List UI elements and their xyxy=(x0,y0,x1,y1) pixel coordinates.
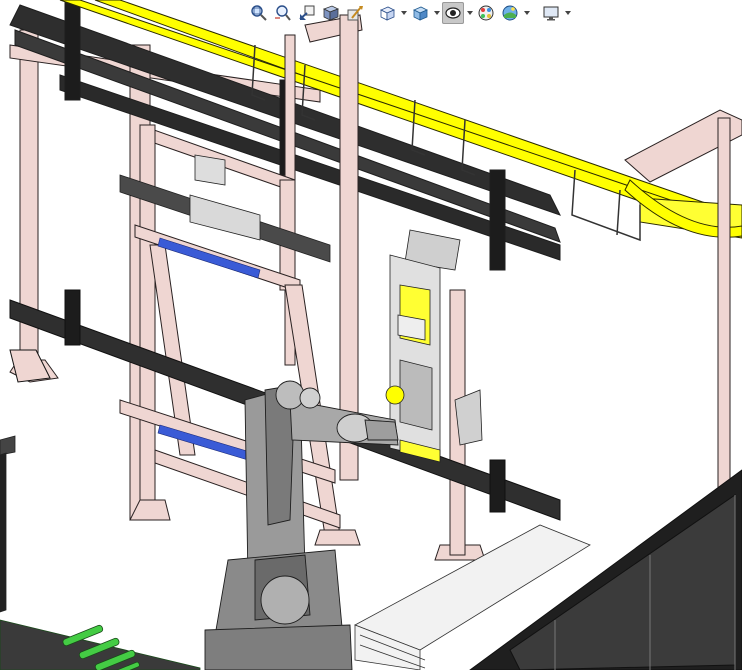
display-style-icon xyxy=(413,6,428,21)
chevron-down-icon xyxy=(433,11,440,15)
chevron-down-icon xyxy=(466,11,473,15)
display-style-dropdown[interactable] xyxy=(433,2,440,24)
previous-view-icon xyxy=(299,5,315,20)
hide-show-items-button[interactable] xyxy=(442,2,464,24)
zoom-to-area-icon xyxy=(275,5,291,21)
view-settings-icon xyxy=(543,6,559,21)
cad-3d-viewport[interactable] xyxy=(0,0,742,670)
view-orientation-button[interactable] xyxy=(376,2,398,24)
view-orientation-icon xyxy=(380,6,395,21)
display-style-button[interactable] xyxy=(409,2,431,24)
view-settings-dropdown[interactable] xyxy=(564,2,571,24)
apply-scene-icon xyxy=(502,5,518,21)
apply-scene-dropdown[interactable] xyxy=(523,2,530,24)
zoom-to-fit-button[interactable] xyxy=(248,2,270,24)
view-settings-button[interactable] xyxy=(540,2,562,24)
previous-view-button[interactable] xyxy=(296,2,318,24)
zoom-to-area-button[interactable] xyxy=(272,2,294,24)
hide-show-items-icon xyxy=(445,7,461,19)
edit-appearance-icon xyxy=(478,5,494,21)
dynamic-annotation-icon xyxy=(347,6,363,21)
chevron-down-icon xyxy=(564,11,571,15)
section-view-icon xyxy=(323,5,339,21)
heads-up-view-toolbar xyxy=(248,0,571,26)
chevron-down-icon xyxy=(400,11,407,15)
hide-show-items-dropdown[interactable] xyxy=(466,2,473,24)
apply-scene-button[interactable] xyxy=(499,2,521,24)
zoom-to-fit-icon xyxy=(251,5,267,21)
dynamic-annotation-button[interactable] xyxy=(344,2,366,24)
section-view-button[interactable] xyxy=(320,2,342,24)
edit-appearance-button[interactable] xyxy=(475,2,497,24)
chevron-down-icon xyxy=(523,11,530,15)
view-orientation-dropdown[interactable] xyxy=(400,2,407,24)
